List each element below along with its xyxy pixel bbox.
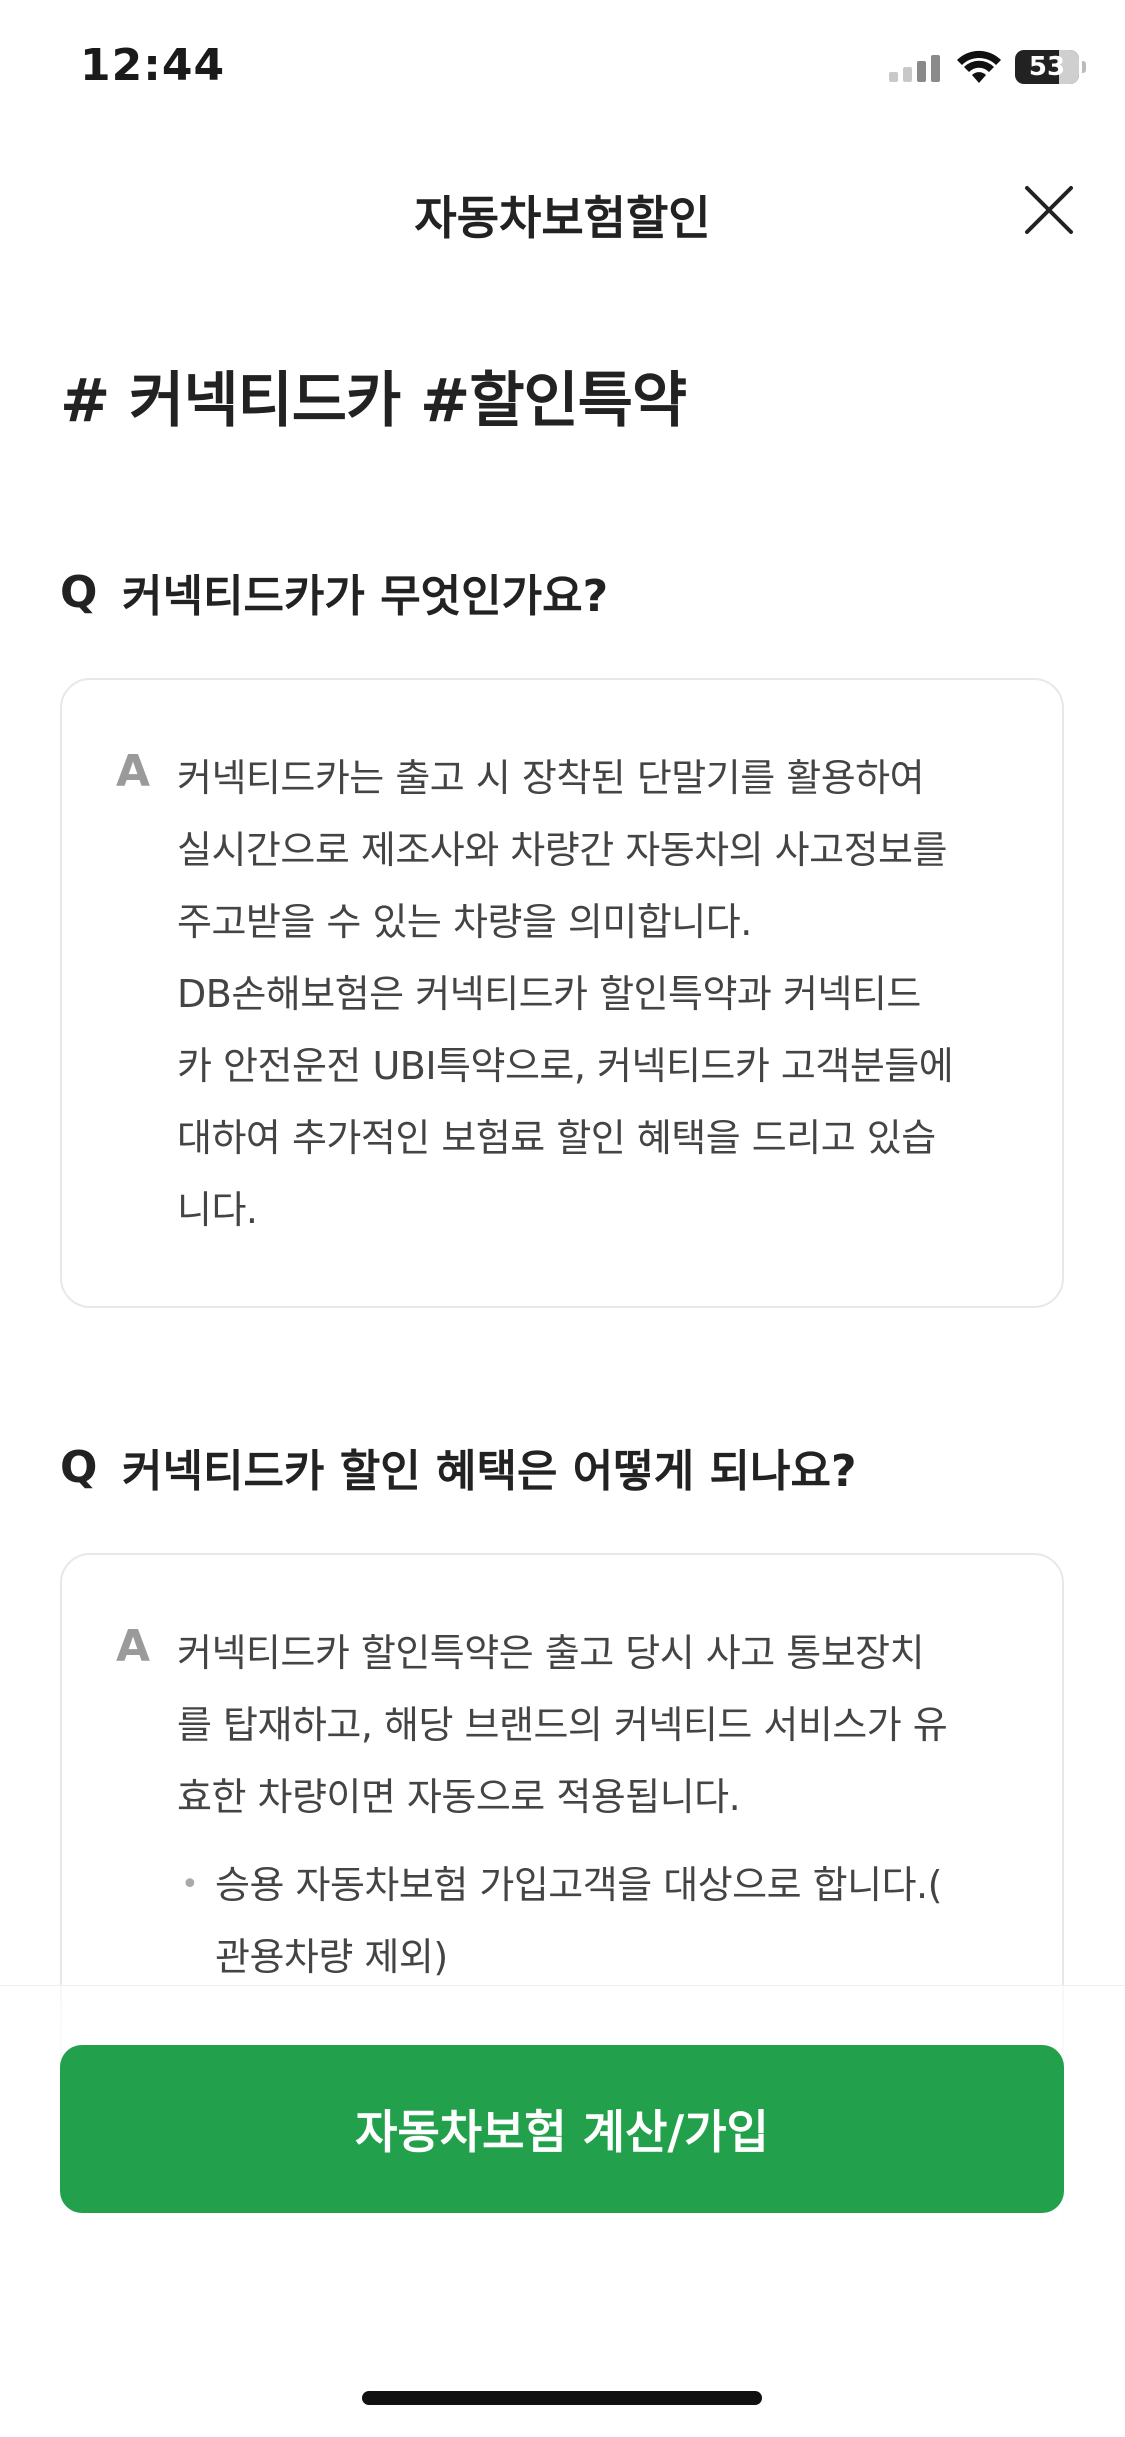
calculate-signup-button[interactable]: 자동차보험 계산/가입 [60, 2045, 1064, 2213]
answer-line: 실시간으로 제조사와 차량간 자동차의 사고정보를 [177, 828, 947, 872]
close-button[interactable] [1017, 178, 1081, 242]
bullet-line: 관용차량 제외) [215, 1935, 448, 1979]
cellular-signal-icon [889, 55, 940, 82]
answer-line: 주고받을 수 있는 차량을 의미합니다. [177, 900, 752, 944]
header: 자동차보험할인 [0, 160, 1125, 270]
status-time: 12:44 [80, 40, 226, 91]
bullet-dot-icon: • [181, 1867, 199, 1902]
wifi-icon [957, 50, 1001, 83]
battery-icon: 53 [1015, 50, 1086, 84]
question-mark: Q [60, 566, 98, 618]
status-icons: 53 [889, 46, 1086, 88]
answer-text: 커넥티드카 할인특약은 출고 당시 사고 통보장치 를 탑재하고, 해당 브랜드… [177, 1617, 1007, 1993]
faq-question-2: Q 커넥티드카 할인 혜택은 어떻게 되나요? [60, 1435, 856, 1499]
battery-level: 53 [1028, 52, 1066, 82]
home-indicator [362, 2391, 762, 2405]
answer-mark: A [116, 1621, 151, 1672]
faq-question-1: Q 커넥티드카가 무엇인가요? [60, 560, 608, 624]
answer-bullet: • 승용 자동차보험 가입고객을 대상으로 합니다.( 관용차량 제외) [177, 1849, 1007, 1993]
question-mark: Q [60, 1441, 98, 1493]
hashtag-heading: # 커넥티드카 #할인특약 [60, 366, 687, 436]
answer-line: 효한 차량이면 자동으로 적용됩니다. [177, 1775, 741, 1819]
answer-line: 커넥티드카는 출고 시 장착된 단말기를 활용하여 [177, 756, 925, 800]
status-bar: 12:44 53 [0, 0, 1125, 140]
bullet-line: 승용 자동차보험 가입고객을 대상으로 합니다.( [215, 1863, 942, 1907]
page-title: 자동차보험할인 [414, 191, 711, 245]
answer-text: 커넥티드카는 출고 시 장착된 단말기를 활용하여 실시간으로 제조사와 차량간… [177, 742, 1007, 1246]
question-text: 커넥티드카가 무엇인가요? [122, 571, 609, 622]
faq-answer-card-1: A 커넥티드카는 출고 시 장착된 단말기를 활용하여 실시간으로 제조사와 차… [60, 678, 1064, 1308]
answer-line: 커넥티드카 할인특약은 출고 당시 사고 통보장치 [177, 1631, 925, 1675]
question-text: 커넥티드카 할인 혜택은 어떻게 되나요? [122, 1446, 857, 1497]
answer-mark: A [116, 746, 151, 797]
answer-line: DB손해보험은 커넥티드카 할인특약과 커넥티드 [177, 972, 921, 1016]
close-icon [1025, 186, 1073, 234]
answer-line: 니다. [177, 1188, 258, 1232]
blurred-content [200, 2026, 1000, 2036]
answer-line: 대하여 추가적인 보험료 할인 혜택을 드리고 있습 [177, 1116, 936, 1160]
answer-line: 카 안전운전 UBI특약으로, 커넥티드카 고객분들에 [177, 1044, 954, 1088]
answer-line: 를 탑재하고, 해당 브랜드의 커넥티드 서비스가 유 [177, 1703, 948, 1747]
